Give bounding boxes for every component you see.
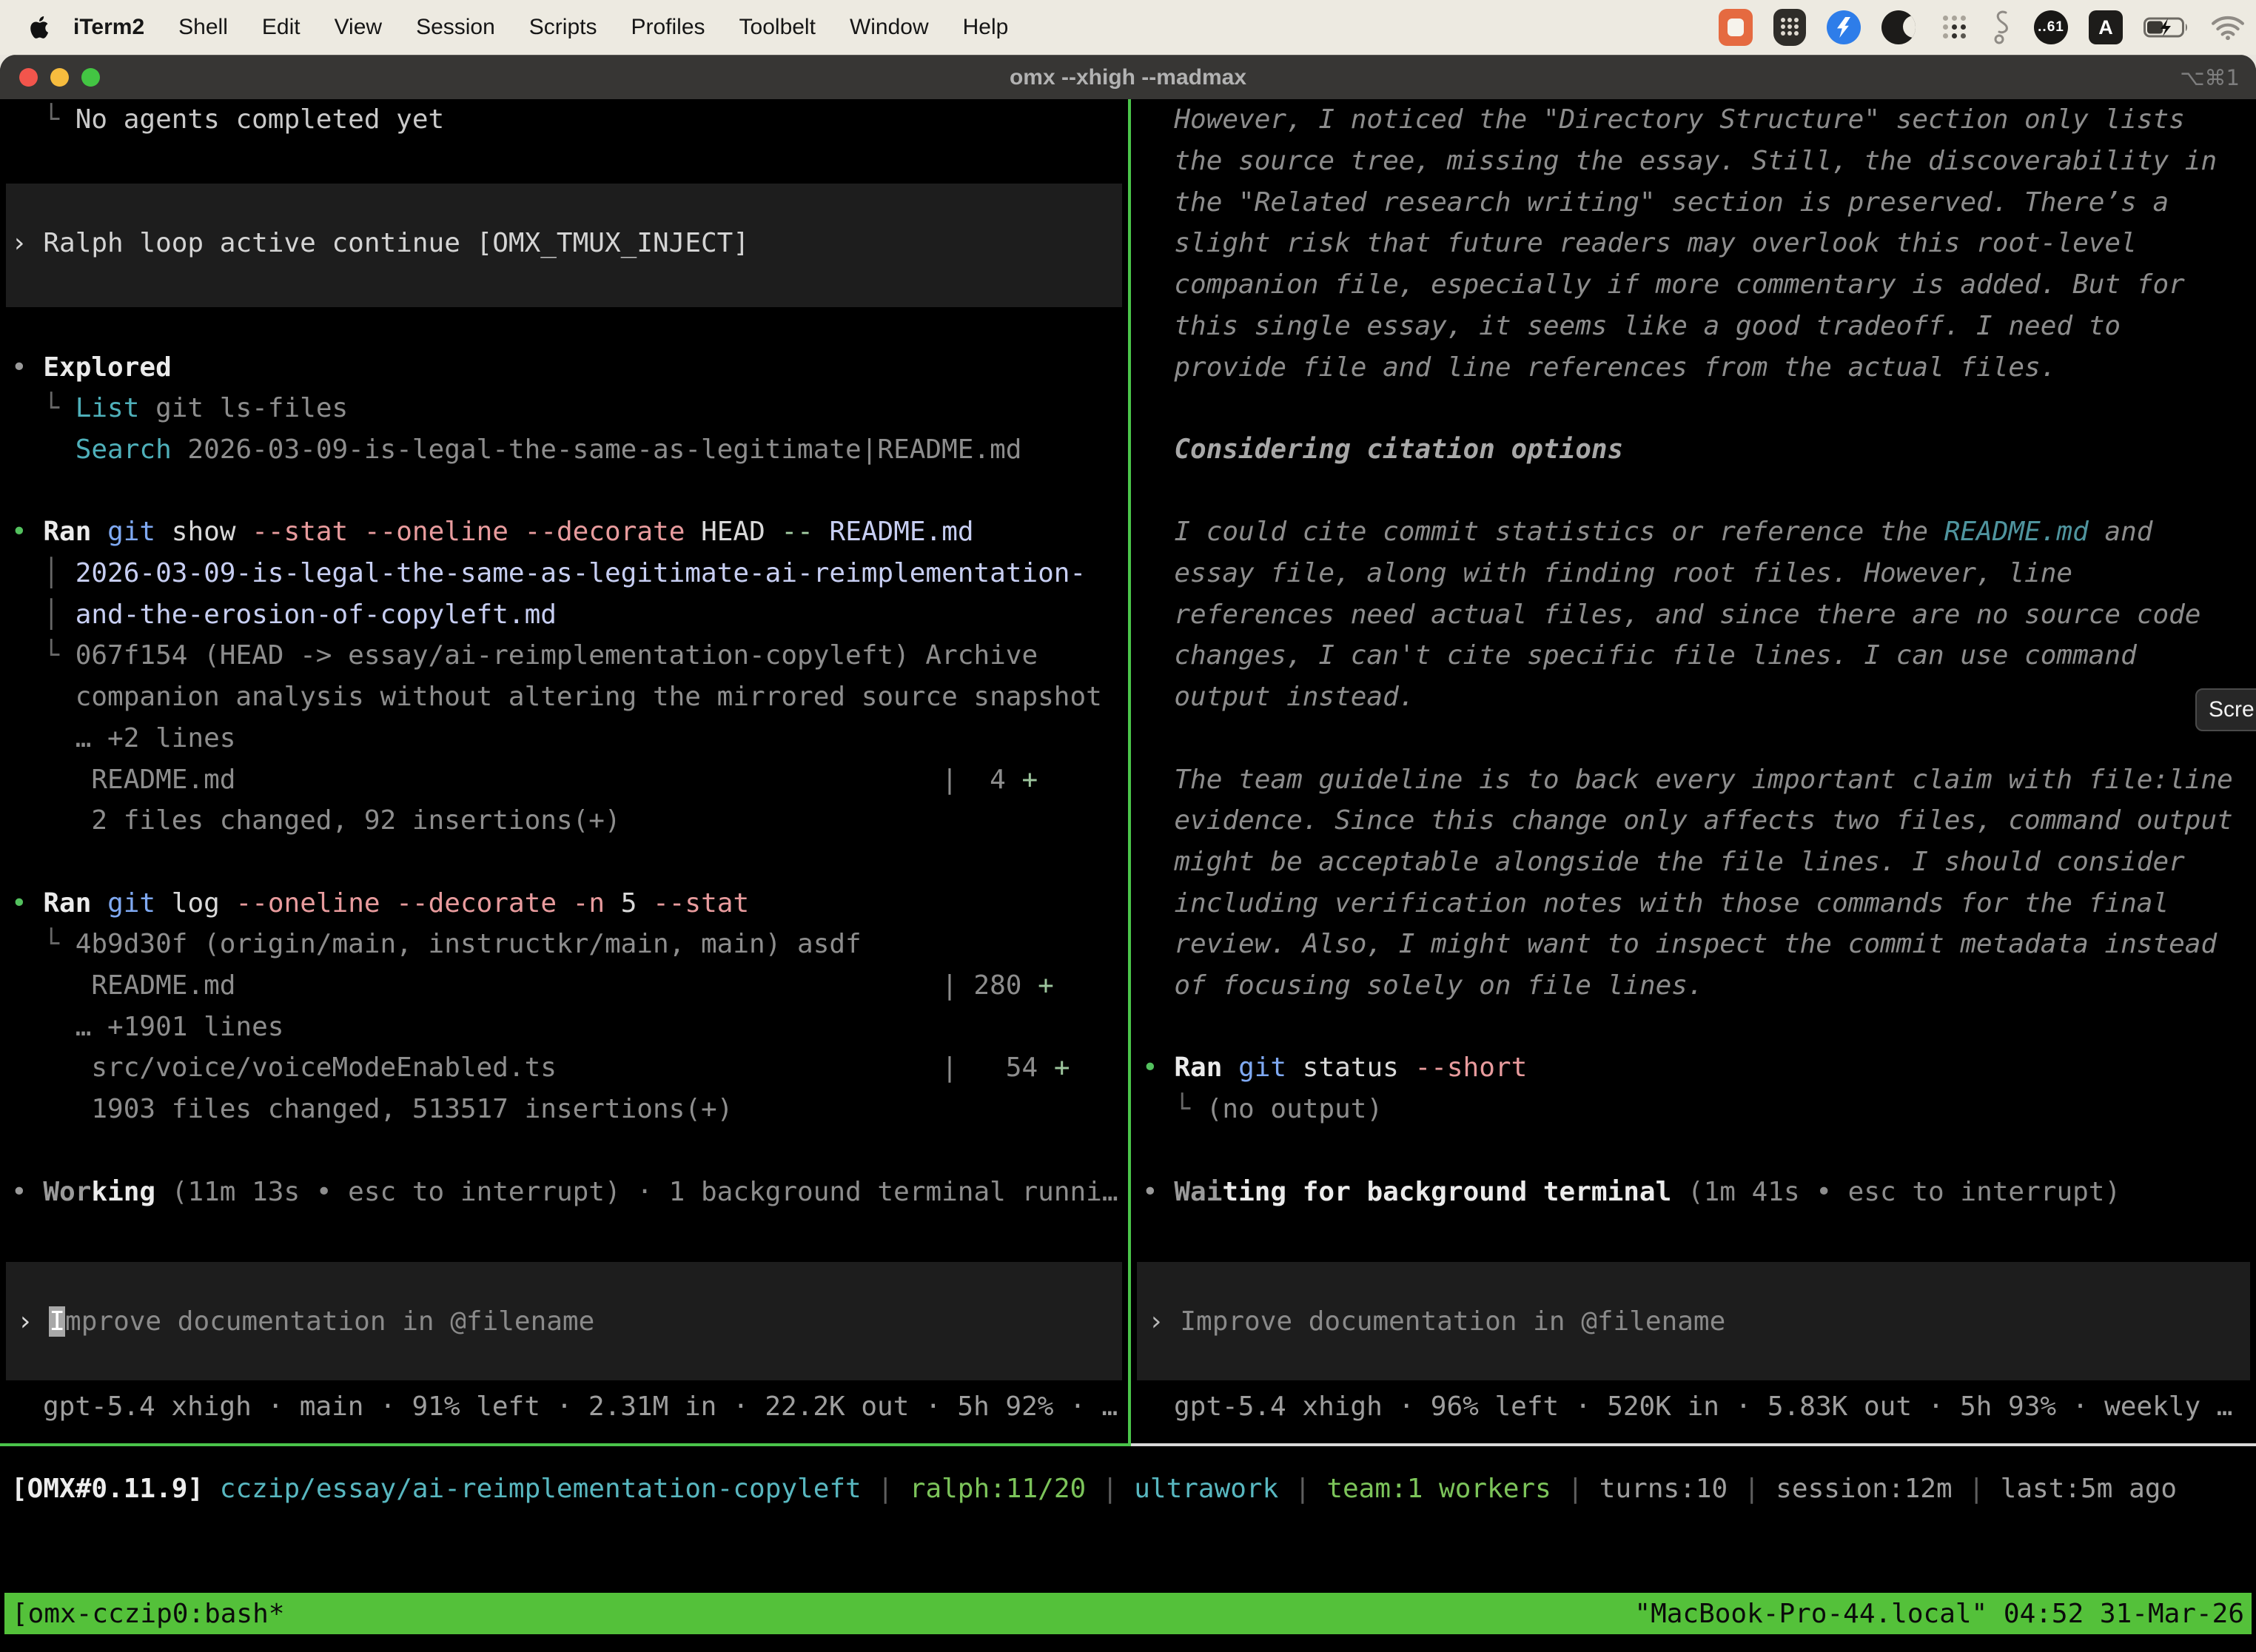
left-pane-border (0, 1443, 1128, 1446)
terminal-line: │ 2026-03-09-is-legal-the-same-as-legiti… (0, 553, 1128, 594)
menu-item-edit[interactable]: Edit (245, 15, 318, 39)
blue-lightning-badge-icon[interactable] (1827, 10, 1861, 44)
tmux-host-clock: "MacBook-Pro-44.local" 04:52 31-Mar-26 (1634, 1599, 2244, 1629)
terminal-line: 1903 files changed, 513517 insertions(+) (0, 1089, 1128, 1130)
terminal-line: │ and-the-erosion-of-copyleft.md (0, 594, 1128, 635)
menu-item-shell[interactable]: Shell (161, 15, 245, 39)
terminal-line: └ No agents completed yet (0, 99, 1128, 141)
menu-item-view[interactable]: View (318, 15, 399, 39)
wifi-icon[interactable] (2212, 15, 2244, 40)
dots-grid-icon[interactable] (1936, 10, 1970, 44)
pane-divider[interactable] (1128, 99, 1131, 1446)
squiggle-icon[interactable] (1991, 9, 2013, 46)
terminal-line: • Explored (0, 346, 1128, 388)
count-badge-icon[interactable]: ..61 (2034, 10, 2068, 44)
screen-tooltip: Scre (2195, 688, 2256, 731)
terminal-line: The team guideline is to back every impo… (1131, 759, 2256, 800)
terminal-line: └ List git ls-files (0, 388, 1128, 429)
left-input-text: mprove documentation in @filename (65, 1306, 594, 1337)
notch-circle-icon[interactable] (1881, 10, 1916, 44)
terminal-line: slight risk that future readers may over… (1131, 223, 2256, 264)
terminal-line: evidence. Since this change only affects… (1131, 800, 2256, 842)
terminal-line: the source tree, missing the essay. Stil… (1131, 141, 2256, 182)
terminal-line: Considering citation options (1131, 429, 2256, 471)
terminal-line: └ 067f154 (HEAD -> essay/ai-reimplementa… (0, 635, 1128, 676)
left-session-status: gpt-5.4 xhigh · main · 91% left · 2.31M … (0, 1386, 1128, 1427)
terminal-line: the "Related research writing" section i… (1131, 181, 2256, 223)
left-terminal-pane: └ No agents completed yet › Ralph loop ac… (0, 99, 1128, 1443)
terminal-line: • Ran git show --stat --oneline --decora… (0, 511, 1128, 553)
terminal-line: changes, I can't cite specific file line… (1131, 635, 2256, 676)
terminal-line: └ 4b9d30f (origin/main, instructkr/main,… (0, 924, 1128, 965)
tmux-window-label[interactable]: [omx-cczip0:bash* (12, 1599, 284, 1629)
terminal-line: 2 files changed, 92 insertions(+) (0, 800, 1128, 842)
menu-item-toolbelt[interactable]: Toolbelt (722, 15, 833, 39)
input-source-icon[interactable]: A (2089, 10, 2123, 44)
terminal-line: • Ran git log --oneline --decorate -n 5 … (0, 882, 1128, 924)
right-input-text: Improve documentation in @filename (1180, 1306, 1725, 1337)
left-prompt-input[interactable]: › Improve documentation in @filename (6, 1262, 1122, 1380)
menu-items: iTerm2ShellEditViewSessionScriptsProfile… (56, 15, 1025, 40)
terminal-line: … +2 lines (0, 718, 1128, 759)
terminal-line: README.md | 4 + (0, 759, 1128, 800)
screenshare-icon[interactable] (1719, 9, 1753, 46)
terminal-line: [OMX#0.11.9] cczip/essay/ai-reimplementa… (0, 1468, 2256, 1510)
screen: iTerm2ShellEditViewSessionScriptsProfile… (0, 0, 2256, 1652)
right-pane-border (1131, 1443, 2256, 1446)
terminal-line: • Waiting for background terminal (1m 41… (1131, 1171, 2256, 1212)
title-bar: omx --xhigh --madmax ⌥⌘1 (0, 55, 2256, 99)
terminal-line: essay file, along with finding root file… (1131, 553, 2256, 594)
terminal-line: src/voice/voiceModeEnabled.ts | 54 + (0, 1047, 1128, 1089)
terminal-line: might be acceptable alongside the file l… (1131, 842, 2256, 883)
terminal-line: review. Also, I might want to inspect th… (1131, 924, 2256, 965)
menu-bar: iTerm2ShellEditViewSessionScriptsProfile… (0, 0, 2256, 55)
app-grid-shield-icon[interactable] (1773, 9, 1806, 46)
terminal-line: companion analysis without altering the … (0, 676, 1128, 718)
menu-item-iterm2[interactable]: iTerm2 (56, 15, 161, 39)
prompt-icon: › (17, 1306, 49, 1337)
menu-item-profiles[interactable]: Profiles (614, 15, 722, 39)
right-terminal-pane: However, I noticed the "Directory Struct… (1131, 99, 2256, 1443)
battery-icon[interactable] (2143, 16, 2191, 38)
terminal-line: Search 2026-03-09-is-legal-the-same-as-l… (0, 429, 1128, 471)
terminal-line: • Working (11m 13s • esc to interrupt) ·… (0, 1171, 1128, 1212)
terminal-line: this single essay, it seems like a good … (1131, 306, 2256, 347)
terminal-line: references need actual files, and since … (1131, 594, 2256, 635)
menu-item-scripts[interactable]: Scripts (512, 15, 614, 39)
menu-item-session[interactable]: Session (399, 15, 512, 39)
prompt-icon: › (1148, 1306, 1180, 1337)
menu-status-icons: ..61 A (1719, 9, 2244, 46)
apple-menu-icon[interactable] (30, 16, 49, 39)
terminal-line: › Ralph loop active continue [OMX_TMUX_I… (0, 223, 1128, 264)
menu-item-help[interactable]: Help (946, 15, 1026, 39)
terminal-line: of focusing solely on file lines. (1131, 965, 2256, 1007)
right-prompt-input[interactable]: › Improve documentation in @filename (1137, 1262, 2250, 1380)
terminal-line: … +1901 lines (0, 1006, 1128, 1047)
right-session-status: gpt-5.4 xhigh · 96% left · 520K in · 5.8… (1131, 1386, 2256, 1427)
window-shortcut-badge: ⌥⌘1 (2180, 56, 2240, 100)
terminal-line: output instead. (1131, 676, 2256, 718)
tmux-status-bar: [omx-cczip0:bash* "MacBook-Pro-44.local"… (4, 1593, 2252, 1634)
terminal-line: companion file, especially if more comme… (1131, 264, 2256, 306)
omx-status-bar: [OMX#0.11.9] cczip/essay/ai-reimplementa… (0, 1468, 2256, 1510)
window-title: omx --xhigh --madmax (0, 56, 2256, 100)
terminal-line: • Ran git status --short (1131, 1047, 2256, 1089)
terminal-line: └ (no output) (1131, 1089, 2256, 1130)
menu-item-window[interactable]: Window (833, 15, 946, 39)
terminal-line: including verification notes with those … (1131, 882, 2256, 924)
text-cursor: I (49, 1306, 65, 1337)
terminal-line: provide file and line references from th… (1131, 346, 2256, 388)
iterm-window: omx --xhigh --madmax ⌥⌘1 └ No agents com… (0, 55, 2256, 1652)
terminal-line: I could cite commit statistics or refere… (1131, 511, 2256, 553)
terminal-line: However, I noticed the "Directory Struct… (1131, 99, 2256, 141)
terminal-line: README.md | 280 + (0, 965, 1128, 1007)
